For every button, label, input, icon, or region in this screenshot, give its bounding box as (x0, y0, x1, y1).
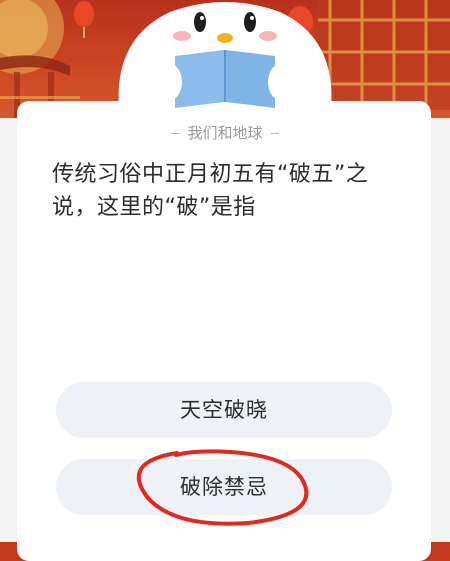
quiz-category-label: 我们和地球 (0, 122, 450, 143)
answer-option-2[interactable]: 破除禁忌 (56, 459, 392, 515)
divider-right (270, 133, 279, 134)
question-text: 传统习俗中正月初五有“破五”之说，这里的“破”是指 (52, 162, 369, 220)
quiz-category-text: 我们和地球 (187, 124, 263, 142)
divider-left (171, 133, 180, 134)
penguin-reading-book-icon (118, 2, 332, 118)
answer-option-1[interactable]: 天空破晓 (56, 382, 392, 438)
